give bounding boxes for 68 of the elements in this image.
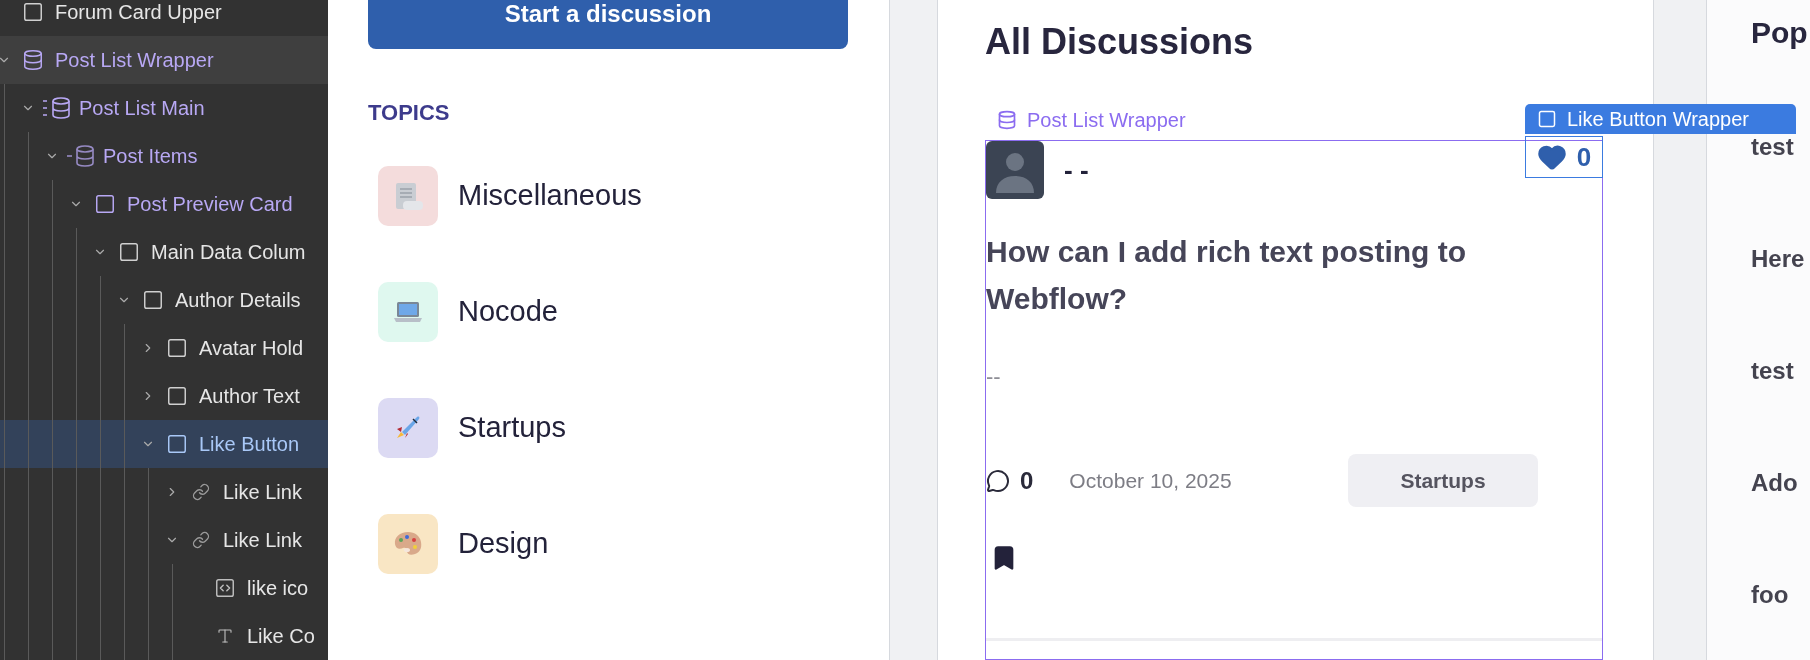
layer-name: Like Link (223, 480, 302, 505)
layer-name: Post Items (103, 144, 198, 169)
layer-name: Main Data Colum (151, 240, 306, 265)
layer-row[interactable]: Author Text (0, 372, 328, 420)
box-icon (166, 433, 188, 455)
layer-row[interactable]: Post Preview Card (0, 180, 328, 228)
like-button[interactable]: 0 (1525, 136, 1603, 178)
topic-link[interactable]: Miscellaneous (458, 174, 642, 218)
layer-row[interactable]: Post List Main (0, 84, 328, 132)
element-label-text: Like Button Wrapper (1567, 107, 1749, 132)
comment-icon (986, 468, 1010, 493)
layer-name: Like Button (199, 432, 300, 457)
post-date: October 10, 2025 (1069, 467, 1232, 494)
database-icon (997, 110, 1017, 130)
layer-row[interactable]: Avatar Hold (0, 324, 328, 372)
box-icon (166, 385, 188, 407)
box-icon (166, 337, 188, 359)
link-icon (192, 483, 210, 501)
sidebar-link[interactable]: test (1751, 91, 1810, 203)
layer-row[interactable]: Like Link (0, 468, 328, 516)
layer-name: Like Co (247, 624, 315, 649)
post-title: How can I add rich text posting to Webflow? (986, 234, 1468, 317)
sidebar-link[interactable]: test (1751, 315, 1810, 427)
layer-row[interactable]: Like Button (0, 420, 328, 468)
box-icon (22, 1, 44, 23)
layer-name: Post List Main (79, 96, 205, 121)
post-excerpt: -- (986, 365, 1002, 389)
box-icon (118, 241, 140, 263)
list-database-icon (42, 97, 72, 119)
layer-name: like ico (247, 576, 309, 601)
database-icon (22, 49, 44, 71)
box-icon (1537, 109, 1557, 129)
sidebar-heading: Pop (1751, 15, 1809, 51)
layer-row[interactable]: Forum Card Upper (0, 0, 328, 36)
topic-link[interactable]: Nocode (458, 290, 558, 334)
section-title: All Discussions (985, 20, 1255, 64)
start-discussion-button[interactable]: Start a discussion (368, 0, 848, 49)
topics-heading: TOPICS (368, 101, 451, 125)
code-icon (214, 577, 236, 599)
sidebar-link[interactable]: Here (1751, 203, 1810, 315)
topic-link[interactable]: Startups (458, 406, 566, 450)
layer-name: Forum Card Upper (55, 0, 222, 25)
box-icon (142, 289, 164, 311)
layer-row[interactable]: Author Details (0, 276, 328, 324)
layer-row[interactable]: Post List Wrapper (0, 36, 328, 84)
layer-row[interactable]: Post Items (0, 132, 328, 180)
layer-name: Author Text (199, 384, 300, 409)
comment-count: 0 (1020, 465, 1034, 496)
tag-button[interactable]: Startups (1348, 454, 1538, 507)
layer-row[interactable]: Like Co (0, 612, 328, 660)
avatar (986, 141, 1044, 199)
author-name: - - (1064, 153, 1089, 187)
layer-name: Avatar Hold (199, 336, 304, 361)
layer-row[interactable]: Like Link (0, 516, 328, 564)
link-icon (192, 531, 210, 549)
layer-row[interactable]: Main Data Colum (0, 228, 328, 276)
layer-name: Like Link (223, 528, 302, 553)
text-icon (216, 627, 234, 645)
layer-row[interactable]: like ico (0, 564, 328, 612)
item-database-icon (66, 145, 96, 167)
topic-link[interactable]: Design (458, 522, 549, 566)
layer-name: Post List Wrapper (55, 48, 214, 73)
sidebar-link[interactable]: foo (1751, 539, 1810, 651)
selection-label-text: Post List Wrapper (1027, 108, 1186, 132)
layer-name: Author Details (175, 288, 301, 313)
sidebar-link[interactable]: Ado (1751, 427, 1810, 539)
layer-name: Post Preview Card (127, 192, 293, 217)
box-icon (94, 193, 116, 215)
